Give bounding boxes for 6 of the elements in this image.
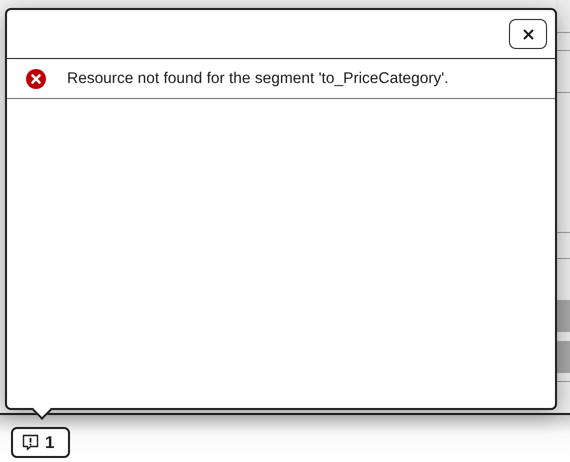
close-icon	[522, 28, 534, 40]
messages-button[interactable]: 1	[11, 427, 70, 458]
message-icon	[21, 433, 40, 452]
message-text: Resource not found for the segment 'to_PriceCategory'.	[67, 70, 449, 88]
close-button[interactable]	[509, 19, 547, 49]
error-icon	[26, 68, 46, 88]
